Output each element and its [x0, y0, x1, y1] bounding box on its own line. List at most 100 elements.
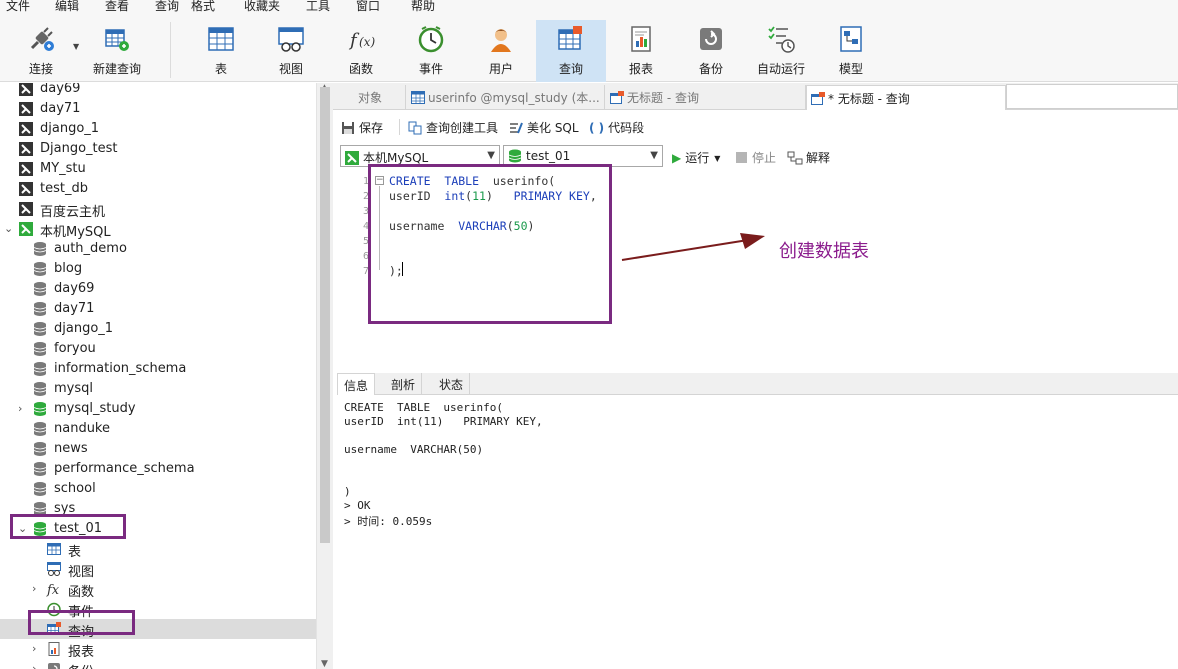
menu-window[interactable]: 窗口 [356, 0, 380, 14]
tab-objects-label: 对象 [358, 91, 383, 105]
tree-scrollbar[interactable]: ▲ ▼ [316, 83, 333, 669]
tab-untitled-query[interactable]: 无标题 - 查询 [606, 85, 806, 110]
result-ok-line: > OK [344, 499, 371, 512]
tree-item[interactable]: day69 [0, 83, 316, 99]
tree-item[interactable]: › mysql_study [0, 399, 316, 419]
tree-item[interactable]: day71 [0, 299, 316, 319]
table-label: 表 [214, 62, 227, 76]
connect-button[interactable]: 连接 [6, 20, 76, 82]
save-button[interactable]: 保存 [341, 119, 383, 136]
snippet-button[interactable]: ( ) 代码段 [589, 119, 644, 136]
function-button[interactable]: f (x) 函数 [326, 20, 396, 82]
tree-item[interactable]: news [0, 439, 316, 459]
menu-edit[interactable]: 编辑 [55, 0, 79, 14]
tree-item[interactable]: blog [0, 259, 316, 279]
tree-item-label: auth_demo [54, 241, 127, 256]
tab-search-box[interactable] [1006, 84, 1178, 109]
tree-item-label: Django_test [40, 141, 118, 156]
menu-file[interactable]: 文件 [6, 0, 30, 14]
menu-tools[interactable]: 工具 [306, 0, 330, 14]
report-button[interactable]: 报表 [606, 20, 676, 82]
tab-status[interactable]: 状态 [433, 373, 471, 395]
database-icon [508, 149, 522, 163]
model-button[interactable]: 模型 [816, 20, 886, 82]
play-icon: ▶ [672, 151, 682, 165]
tree-item-label: mysql_study [54, 401, 136, 416]
tree-item[interactable]: ⌄ 本机MySQL [0, 219, 316, 240]
menu-favorites[interactable]: 收藏夹 [244, 0, 280, 14]
new-query-icon [105, 29, 129, 51]
connection-active-icon [18, 221, 34, 237]
menu-view[interactable]: 查看 [105, 0, 129, 14]
tree-item[interactable]: school [0, 479, 316, 499]
tree-item[interactable]: day71 [0, 99, 316, 119]
tree-item-label: nanduke [54, 421, 110, 436]
chevron-right-icon[interactable]: › [32, 582, 42, 595]
backup-icon [46, 661, 62, 669]
run-button[interactable]: ▶ 运行 ▼ [672, 149, 720, 166]
connect-dropdown-icon[interactable]: ▼ [73, 42, 79, 51]
database-icon [32, 301, 48, 317]
user-icon [491, 29, 511, 52]
menu-help[interactable]: 帮助 [411, 0, 435, 14]
chevron-right-icon[interactable]: › [32, 662, 42, 669]
chevron-down-icon[interactable]: ⌄ [4, 222, 14, 235]
backup-button[interactable]: 备份 [676, 20, 746, 82]
tree-item[interactable]: foryou [0, 339, 316, 359]
menu-query[interactable]: 查询 [155, 0, 179, 14]
tree-item[interactable]: › 备份 [0, 659, 316, 669]
tab-active-query[interactable]: * 无标题 - 查询 [806, 85, 1006, 110]
tree-item-label: 函数 [68, 585, 95, 600]
query-builder-button[interactable]: 查询创建工具 [408, 119, 498, 136]
tree-item[interactable]: › fx 函数 [0, 579, 316, 600]
database-icon [32, 421, 48, 437]
tree-scroll-thumb[interactable] [320, 87, 330, 543]
report-icon [46, 641, 62, 657]
tree-item[interactable]: django_1 [0, 319, 316, 339]
toolbar-divider [399, 119, 400, 135]
stop-button[interactable]: 停止 [736, 149, 776, 166]
tree-item[interactable]: 视图 [0, 559, 316, 580]
tree-item[interactable]: Django_test [0, 139, 316, 159]
run-dropdown-icon[interactable]: ▼ [714, 154, 720, 163]
tree-item[interactable]: MY_stu [0, 159, 316, 179]
tree-item[interactable]: nanduke [0, 419, 316, 439]
tree-item-label: 报表 [68, 645, 95, 660]
view-button[interactable]: 视图 [256, 20, 326, 82]
user-button[interactable]: 用户 [466, 20, 536, 82]
menu-format[interactable]: 格式 [191, 0, 215, 14]
table-button[interactable]: 表 [186, 20, 256, 82]
scroll-down-icon[interactable]: ▼ [321, 659, 328, 669]
chevron-right-icon[interactable]: › [18, 402, 28, 415]
event-button[interactable]: 事件 [396, 20, 466, 82]
tree-item[interactable]: information_schema [0, 359, 316, 379]
tree-item[interactable]: mysql [0, 379, 316, 399]
new-query-button[interactable]: 新建查询 [82, 20, 152, 82]
database-value: test_01 [526, 149, 571, 163]
tree-item[interactable]: › 报表 [0, 639, 316, 660]
snippet-icon: ( ) [589, 121, 605, 135]
tree-item-label: day71 [40, 101, 81, 116]
tree-item[interactable]: django_1 [0, 119, 316, 139]
query-button[interactable]: 查询 [536, 20, 606, 82]
tree-item[interactable]: 百度云主机 [0, 199, 316, 220]
result-tabs: 信息 剖析 状态 [337, 373, 1178, 395]
autorun-button[interactable]: 自动运行 [746, 20, 816, 82]
tree-item[interactable]: 表 [0, 539, 316, 560]
database-icon [32, 321, 48, 337]
tab-userinfo[interactable]: userinfo @mysql_study (本... [407, 85, 605, 110]
tree-item[interactable]: auth_demo [0, 239, 316, 259]
tree-item[interactable]: day69 [0, 279, 316, 299]
explain-button[interactable]: 解释 [787, 149, 830, 166]
table-icon [208, 27, 234, 51]
tab-objects[interactable]: 对象 [333, 85, 406, 110]
tree-item[interactable]: test_db [0, 179, 316, 199]
tree-item-label: 表 [68, 545, 82, 560]
beautify-sql-button[interactable]: 美化 SQL [509, 119, 579, 136]
tree-item[interactable]: performance_schema [0, 459, 316, 479]
database-icon [32, 281, 48, 297]
tab-profile[interactable]: 剖析 [385, 373, 423, 395]
chevron-right-icon[interactable]: › [32, 642, 42, 655]
tab-info[interactable]: 信息 [337, 373, 376, 395]
connection-icon [18, 201, 34, 217]
